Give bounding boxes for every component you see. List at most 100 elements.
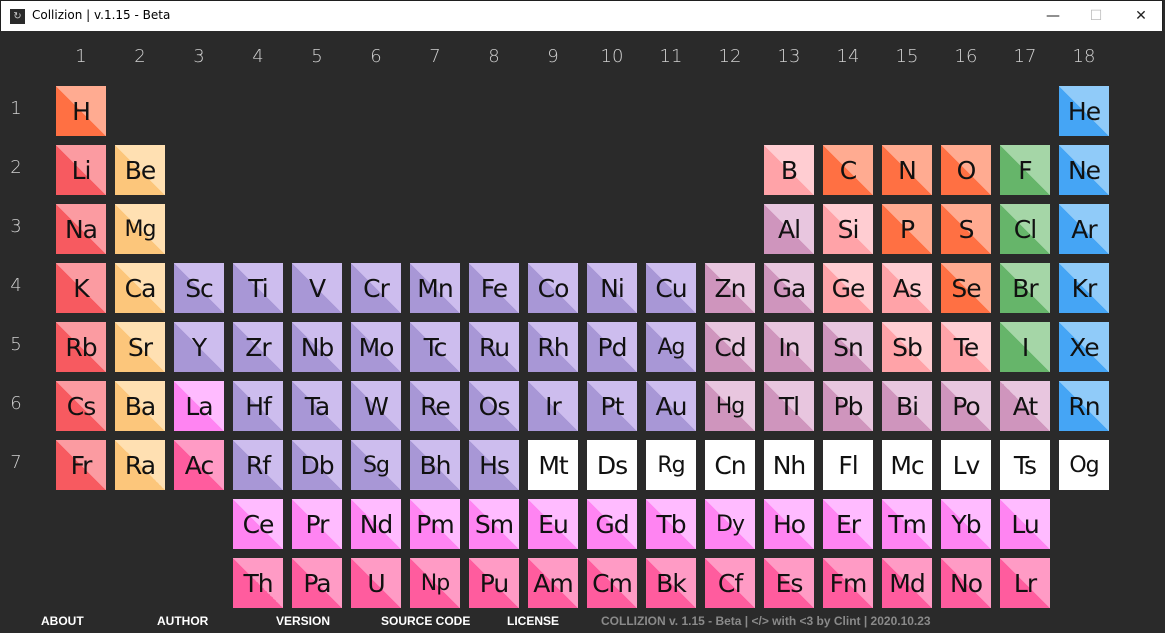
element-p[interactable]: P xyxy=(882,204,932,254)
element-br[interactable]: Br xyxy=(1000,263,1050,313)
element-fr[interactable]: Fr xyxy=(56,440,106,490)
element-c[interactable]: C xyxy=(823,145,873,195)
element-sb[interactable]: Sb xyxy=(882,322,932,372)
element-fm[interactable]: Fm xyxy=(823,558,873,608)
element-rb[interactable]: Rb xyxy=(56,322,106,372)
element-lr[interactable]: Lr xyxy=(1000,558,1050,608)
element-yb[interactable]: Yb xyxy=(941,499,991,549)
element-ir[interactable]: Ir xyxy=(528,381,578,431)
element-pm[interactable]: Pm xyxy=(410,499,460,549)
element-rf[interactable]: Rf xyxy=(233,440,283,490)
element-rh[interactable]: Rh xyxy=(528,322,578,372)
element-tl[interactable]: Tl xyxy=(764,381,814,431)
element-tb[interactable]: Tb xyxy=(646,499,696,549)
element-he[interactable]: He xyxy=(1059,86,1109,136)
element-f[interactable]: F xyxy=(1000,145,1050,195)
element-nb[interactable]: Nb xyxy=(292,322,342,372)
element-pd[interactable]: Pd xyxy=(587,322,637,372)
element-sn[interactable]: Sn xyxy=(823,322,873,372)
element-am[interactable]: Am xyxy=(528,558,578,608)
element-pb[interactable]: Pb xyxy=(823,381,873,431)
element-u[interactable]: U xyxy=(351,558,401,608)
element-ac[interactable]: Ac xyxy=(174,440,224,490)
element-zr[interactable]: Zr xyxy=(233,322,283,372)
element-be[interactable]: Be xyxy=(115,145,165,195)
element-ta[interactable]: Ta xyxy=(292,381,342,431)
element-sm[interactable]: Sm xyxy=(469,499,519,549)
element-mn[interactable]: Mn xyxy=(410,263,460,313)
element-pr[interactable]: Pr xyxy=(292,499,342,549)
element-ds[interactable]: Ds xyxy=(587,440,637,490)
maximize-button[interactable]: ☐ xyxy=(1073,1,1119,31)
license-link[interactable]: LICENSE xyxy=(507,614,559,628)
minimize-button[interactable]: — xyxy=(1030,1,1076,31)
element-rn[interactable]: Rn xyxy=(1059,381,1109,431)
element-ar[interactable]: Ar xyxy=(1059,204,1109,254)
element-na[interactable]: Na xyxy=(56,204,106,254)
element-ca[interactable]: Ca xyxy=(115,263,165,313)
about-link[interactable]: ABOUT xyxy=(41,614,84,628)
element-v[interactable]: V xyxy=(292,263,342,313)
element-er[interactable]: Er xyxy=(823,499,873,549)
element-y[interactable]: Y xyxy=(174,322,224,372)
element-hs[interactable]: Hs xyxy=(469,440,519,490)
element-ba[interactable]: Ba xyxy=(115,381,165,431)
element-zn[interactable]: Zn xyxy=(705,263,755,313)
element-la[interactable]: La xyxy=(174,381,224,431)
element-tm[interactable]: Tm xyxy=(882,499,932,549)
element-li[interactable]: Li xyxy=(56,145,106,195)
element-cr[interactable]: Cr xyxy=(351,263,401,313)
element-gd[interactable]: Gd xyxy=(587,499,637,549)
element-ce[interactable]: Ce xyxy=(233,499,283,549)
source-code-link[interactable]: SOURCE CODE xyxy=(381,614,470,628)
element-cd[interactable]: Cd xyxy=(705,322,755,372)
element-no[interactable]: No xyxy=(941,558,991,608)
element-bk[interactable]: Bk xyxy=(646,558,696,608)
element-cf[interactable]: Cf xyxy=(705,558,755,608)
element-n[interactable]: N xyxy=(882,145,932,195)
element-mt[interactable]: Mt xyxy=(528,440,578,490)
element-pa[interactable]: Pa xyxy=(292,558,342,608)
element-mc[interactable]: Mc xyxy=(882,440,932,490)
element-xe[interactable]: Xe xyxy=(1059,322,1109,372)
element-co[interactable]: Co xyxy=(528,263,578,313)
element-md[interactable]: Md xyxy=(882,558,932,608)
element-cu[interactable]: Cu xyxy=(646,263,696,313)
element-al[interactable]: Al xyxy=(764,204,814,254)
element-ru[interactable]: Ru xyxy=(469,322,519,372)
element-ni[interactable]: Ni xyxy=(587,263,637,313)
element-lv[interactable]: Lv xyxy=(941,440,991,490)
element-cl[interactable]: Cl xyxy=(1000,204,1050,254)
element-th[interactable]: Th xyxy=(233,558,283,608)
element-ga[interactable]: Ga xyxy=(764,263,814,313)
element-se[interactable]: Se xyxy=(941,263,991,313)
element-kr[interactable]: Kr xyxy=(1059,263,1109,313)
element-sr[interactable]: Sr xyxy=(115,322,165,372)
element-cs[interactable]: Cs xyxy=(56,381,106,431)
element-w[interactable]: W xyxy=(351,381,401,431)
element-ge[interactable]: Ge xyxy=(823,263,873,313)
element-o[interactable]: O xyxy=(941,145,991,195)
element-og[interactable]: Og xyxy=(1059,440,1109,490)
element-fe[interactable]: Fe xyxy=(469,263,519,313)
element-ag[interactable]: Ag xyxy=(646,322,696,372)
element-cn[interactable]: Cn xyxy=(705,440,755,490)
element-te[interactable]: Te xyxy=(941,322,991,372)
element-hf[interactable]: Hf xyxy=(233,381,283,431)
element-ne[interactable]: Ne xyxy=(1059,145,1109,195)
element-as[interactable]: As xyxy=(882,263,932,313)
element-bh[interactable]: Bh xyxy=(410,440,460,490)
element-au[interactable]: Au xyxy=(646,381,696,431)
element-os[interactable]: Os xyxy=(469,381,519,431)
element-eu[interactable]: Eu xyxy=(528,499,578,549)
element-fl[interactable]: Fl xyxy=(823,440,873,490)
element-np[interactable]: Np xyxy=(410,558,460,608)
element-cm[interactable]: Cm xyxy=(587,558,637,608)
element-mo[interactable]: Mo xyxy=(351,322,401,372)
element-lu[interactable]: Lu xyxy=(1000,499,1050,549)
element-b[interactable]: B xyxy=(764,145,814,195)
element-tc[interactable]: Tc xyxy=(410,322,460,372)
element-sg[interactable]: Sg xyxy=(351,440,401,490)
element-ts[interactable]: Ts xyxy=(1000,440,1050,490)
element-po[interactable]: Po xyxy=(941,381,991,431)
